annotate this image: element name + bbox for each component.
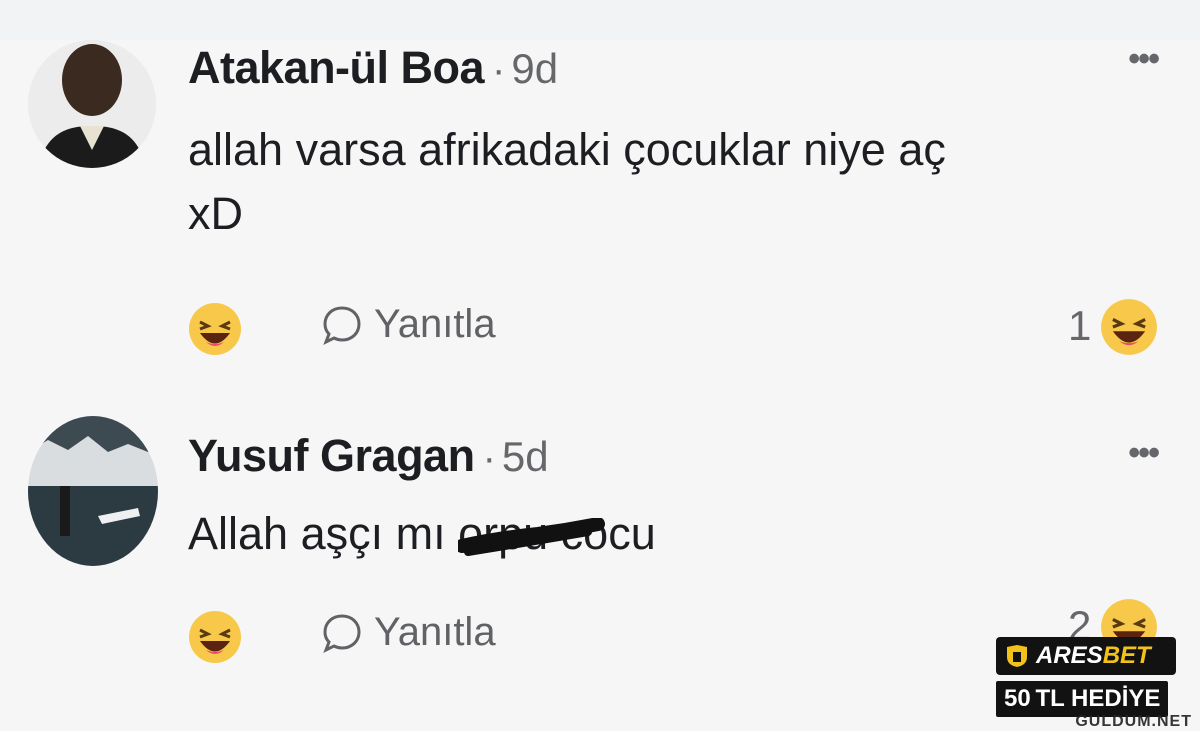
author-name[interactable]: Yusuf Gragan bbox=[188, 430, 475, 481]
laughing-emoji-icon[interactable] bbox=[1100, 298, 1158, 356]
comment-text-start: Allah aşçı mı bbox=[188, 508, 459, 559]
comment-bubble-icon bbox=[323, 613, 361, 653]
comment-text: Allah aşçı mı or pu cocu bbox=[188, 502, 656, 566]
timestamp[interactable]: 9d bbox=[511, 45, 558, 92]
author-name[interactable]: Atakan-ül Boa bbox=[188, 42, 485, 93]
top-band bbox=[0, 0, 1200, 40]
brand-overlay: ARESBET 50 TL HEDİYE bbox=[996, 637, 1176, 717]
censored-word: or bbox=[458, 508, 606, 559]
watermark: GULDUM.NET bbox=[1075, 713, 1192, 730]
brand-logo: ARESBET bbox=[996, 637, 1176, 675]
comment-text: allah varsa afrikadaki çocuklar niye aç … bbox=[188, 118, 1148, 246]
laughing-emoji-icon[interactable] bbox=[188, 610, 242, 664]
reply-button[interactable]: Yanıtla bbox=[320, 302, 496, 347]
promo-badge: 50 TL HEDİYE bbox=[996, 681, 1169, 717]
avatar[interactable] bbox=[28, 40, 156, 168]
comment-header: Yusuf Gragan · 5d bbox=[188, 430, 549, 482]
brand-name-part1: ARES bbox=[1036, 642, 1103, 669]
comment-bubble-icon bbox=[323, 305, 361, 345]
separator-dot: · bbox=[482, 436, 496, 480]
reaction-count[interactable]: 1 bbox=[1068, 302, 1091, 350]
more-options-button[interactable]: ••• bbox=[1128, 40, 1160, 79]
comment-text-line: xD bbox=[188, 188, 243, 239]
laughing-emoji-icon[interactable] bbox=[188, 302, 242, 356]
censor-scribble-icon bbox=[458, 518, 606, 556]
helmet-icon bbox=[1007, 645, 1027, 667]
reply-label: Yanıtla bbox=[374, 610, 496, 654]
brand-name-part2: BET bbox=[1102, 642, 1151, 669]
comment-text-line: allah varsa afrikadaki çocuklar niye aç bbox=[188, 124, 946, 175]
separator-dot: · bbox=[492, 48, 506, 92]
timestamp[interactable]: 5d bbox=[502, 433, 549, 480]
reply-label: Yanıtla bbox=[374, 302, 496, 346]
more-options-button[interactable]: ••• bbox=[1128, 434, 1160, 473]
reply-button[interactable]: Yanıtla bbox=[320, 610, 496, 655]
brand-name: ARESBET bbox=[1036, 642, 1151, 670]
avatar[interactable] bbox=[28, 416, 158, 566]
comment-header: Atakan-ül Boa · 9d bbox=[188, 42, 558, 94]
